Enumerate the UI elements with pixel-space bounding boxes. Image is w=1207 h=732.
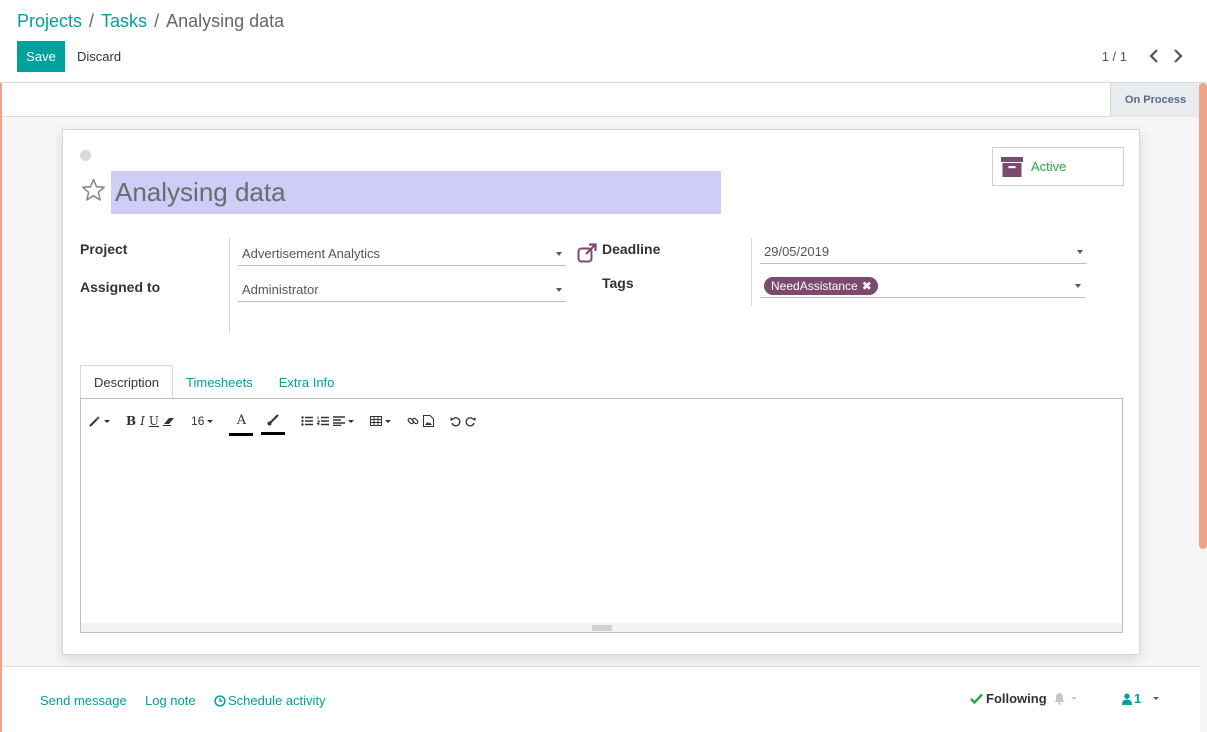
breadcrumb: Projects / Tasks / Analysing data — [17, 11, 284, 32]
breadcrumb-separator: / — [154, 11, 160, 31]
align-dropdown[interactable] — [333, 411, 355, 431]
magic-wand-icon[interactable] — [89, 411, 110, 431]
followers-button[interactable]: 1 — [1122, 691, 1160, 706]
star-icon[interactable] — [81, 178, 106, 207]
statusbar: On Process — [2, 83, 1200, 117]
external-link-icon[interactable] — [577, 243, 597, 268]
editor-resize-handle[interactable] — [81, 623, 1122, 632]
discard-button[interactable]: Discard — [69, 41, 129, 72]
bell-icon — [1054, 693, 1065, 705]
ordered-list-icon[interactable] — [317, 411, 330, 431]
project-value: Advertisement Analytics — [242, 246, 381, 261]
font-size-value: 16 — [191, 414, 205, 428]
chevron-down-icon — [1077, 250, 1083, 254]
underline-icon[interactable]: U — [149, 411, 159, 431]
project-select[interactable]: Advertisement Analytics — [238, 242, 566, 266]
followers-count: 1 — [1134, 691, 1142, 706]
save-button[interactable]: Save — [17, 41, 65, 72]
clock-icon — [214, 694, 226, 707]
send-message-button[interactable]: Send message — [40, 693, 127, 708]
text-color-icon[interactable]: A — [229, 411, 254, 437]
column-divider — [229, 238, 230, 334]
column-divider — [751, 238, 752, 306]
assigned-to-select[interactable]: Administrator — [238, 278, 566, 302]
pager: 1 / 1 — [1102, 46, 1187, 66]
chevron-down-icon — [556, 288, 562, 292]
breadcrumb-tasks[interactable]: Tasks — [101, 11, 147, 32]
close-icon[interactable]: ✖ — [862, 279, 872, 293]
deadline-label: Deadline — [602, 241, 661, 257]
editor-toolbar: B I U 16 A — [89, 411, 480, 441]
schedule-activity-label: Schedule activity — [228, 693, 326, 708]
project-label: Project — [80, 241, 128, 257]
link-icon[interactable] — [407, 411, 419, 431]
tab-extra-info[interactable]: Extra Info — [266, 365, 348, 399]
chevron-down-icon — [556, 252, 562, 256]
scrollbar[interactable] — [1199, 83, 1207, 549]
active-toggle-button[interactable]: Active — [992, 147, 1124, 186]
bold-icon[interactable]: B — [126, 411, 136, 431]
tag-badge: NeedAssistance ✖ — [764, 276, 878, 295]
image-icon[interactable] — [423, 411, 435, 431]
schedule-activity-button[interactable]: Schedule activity — [214, 693, 326, 708]
table-icon[interactable] — [370, 411, 392, 431]
breadcrumb-current: Analysing data — [166, 11, 285, 31]
deadline-input[interactable]: 29/05/2019 — [760, 240, 1087, 264]
highlight-color-icon[interactable] — [261, 411, 286, 437]
assigned-to-label: Assigned to — [80, 279, 161, 295]
archive-icon — [1001, 156, 1023, 177]
following-button[interactable]: Following — [970, 691, 1077, 706]
chevron-down-icon — [1075, 284, 1081, 288]
log-note-button[interactable]: Log note — [145, 693, 196, 708]
unordered-list-icon[interactable] — [301, 411, 314, 431]
following-label: Following — [986, 691, 1047, 706]
user-icon — [1122, 693, 1132, 705]
tags-label: Tags — [602, 275, 634, 291]
redo-icon[interactable] — [465, 411, 476, 431]
tab-description[interactable]: Description — [80, 365, 174, 399]
active-label: Active — [1031, 159, 1067, 174]
italic-icon[interactable]: I — [140, 411, 145, 431]
stage-on-process[interactable]: On Process — [1110, 83, 1200, 117]
deadline-value: 29/05/2019 — [764, 244, 830, 259]
eraser-icon[interactable] — [163, 411, 175, 431]
kanban-state-dot[interactable] — [80, 150, 91, 161]
chatter: Send message Log note Schedule activity … — [2, 666, 1200, 732]
check-icon — [970, 693, 983, 704]
control-panel: Projects / Tasks / Analysing data Save D… — [0, 0, 1207, 83]
font-size-dropdown[interactable]: 16 — [191, 411, 214, 431]
tab-timesheets[interactable]: Timesheets — [173, 365, 266, 399]
description-editor[interactable]: B I U 16 A — [80, 398, 1123, 633]
breadcrumb-projects[interactable]: Projects — [17, 11, 82, 32]
tags-input[interactable]: NeedAssistance ✖ — [760, 274, 1085, 298]
chevron-right-icon[interactable] — [1169, 46, 1187, 66]
chevron-left-icon[interactable] — [1145, 46, 1163, 66]
task-title-input[interactable] — [111, 171, 721, 214]
form-area: On Process Active Project Assigned to Ad… — [0, 83, 1207, 732]
breadcrumb-separator: / — [89, 11, 95, 31]
notebook-tabs: Description Timesheets Extra Info — [80, 365, 347, 399]
form-sheet: Active Project Assigned to Advertisement… — [62, 129, 1140, 655]
tag-label: NeedAssistance — [771, 278, 858, 293]
undo-icon[interactable] — [450, 411, 461, 431]
pager-counter[interactable]: 1 / 1 — [1102, 49, 1127, 64]
assigned-to-value: Administrator — [242, 282, 319, 297]
